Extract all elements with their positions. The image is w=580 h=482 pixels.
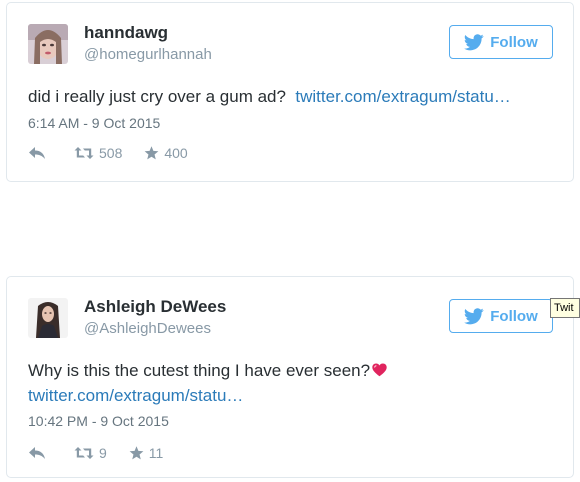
favorite-count: 11 [148,445,164,461]
retweet-count: 508 [99,145,123,161]
tweet-link[interactable]: twitter.com/extragum/statu… [28,386,243,405]
retweet-button[interactable]: 9 [74,445,107,461]
user-handle[interactable]: @homegurlhannah [84,46,212,63]
retweet-count: 9 [99,445,107,461]
favorite-button[interactable]: 11 [129,445,164,461]
display-name[interactable]: Ashleigh DeWees [84,297,226,317]
tweet-body: did i really just cry over a gum ad? [28,87,286,106]
retweet-icon [74,447,94,459]
reply-arrow-icon [29,447,45,459]
user-handle[interactable]: @AshleighDewees [84,320,211,337]
avatar[interactable] [28,298,68,338]
star-icon [144,146,159,160]
reply-arrow-icon [29,147,45,159]
follow-label: Follow [490,33,538,51]
tweet-body: Why is this the cutest thing I have ever… [28,361,371,380]
tooltip: Twit [550,298,580,318]
tweet-actions: 9 11 [28,445,163,461]
follow-label: Follow [490,307,538,325]
tweet-timestamp[interactable]: 10:42 PM - 9 Oct 2015 [28,413,169,429]
follow-button[interactable]: Follow [449,25,553,59]
tweet-card: hanndawg @homegurlhannah Follow did i re… [6,2,574,182]
avatar[interactable] [28,24,68,64]
follow-button[interactable]: Follow [449,299,553,333]
reply-button[interactable] [28,446,46,460]
twitter-bird-icon [464,33,484,51]
favorite-button[interactable]: 400 [144,145,188,161]
heart-emoji-icon [372,360,387,384]
tweet-timestamp[interactable]: 6:14 AM - 9 Oct 2015 [28,115,160,131]
retweet-icon [74,147,94,159]
tweet-card: Ashleigh DeWees @AshleighDewees Follow W… [6,276,574,478]
tweet-actions: 508 400 [28,145,188,161]
tweet-text: did i really just cry over a gum ad? twi… [28,85,559,109]
display-name[interactable]: hanndawg [84,23,168,43]
favorite-count: 400 [164,145,188,161]
reply-button[interactable] [28,146,46,160]
twitter-bird-icon [464,307,484,325]
star-icon [129,446,144,460]
retweet-button[interactable]: 508 [74,145,122,161]
tweet-text: Why is this the cutest thing I have ever… [28,359,559,408]
tweet-link[interactable]: twitter.com/extragum/statu… [295,87,510,106]
